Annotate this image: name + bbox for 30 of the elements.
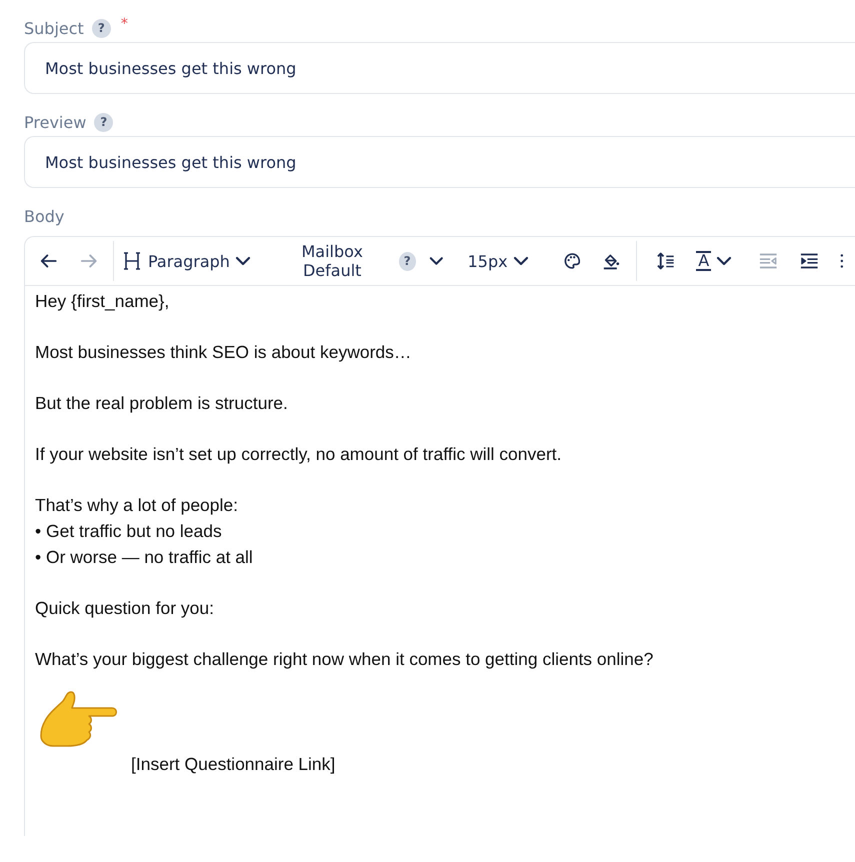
field-label: Body: [24, 206, 64, 226]
heading-dropdown[interactable]: Paragraph: [122, 251, 251, 271]
help-icon[interactable]: ?: [92, 18, 111, 38]
indent-icon[interactable]: [800, 252, 818, 270]
text-field[interactable]: Most businesses get this wrong: [24, 42, 855, 94]
undo-icon[interactable]: [39, 253, 58, 269]
chevron-icon[interactable]: [428, 256, 444, 266]
body-paragraph: Quick question for you:: [35, 597, 215, 620]
field-label: Subject: [24, 18, 84, 38]
chevron-icon[interactable]: [234, 256, 251, 266]
placeholder-text: [Insert Questionnaire Link]: [131, 753, 336, 776]
field-label: Preview: [24, 112, 86, 132]
body-paragraph: But the real problem is structure.: [35, 392, 289, 415]
text-style-dropdown[interactable]: A: [696, 251, 732, 271]
palette-icon[interactable]: [564, 252, 580, 270]
more-icon[interactable]: [840, 252, 844, 270]
body-paragraph: Hey {first_name},: [35, 290, 170, 313]
required-mark: *: [120, 16, 128, 32]
help-icon[interactable]: ?: [94, 112, 114, 132]
font-dropdown[interactable]: Mailbox Default ?: [274, 242, 444, 280]
body-paragraph: If your website isn’t set up correctly, no amount of traffic will convert.: [35, 443, 563, 466]
heading-icon: [122, 251, 143, 271]
body-paragraph: What’s your biggest challenge right now when it comes to getting clients online?: [35, 648, 654, 671]
text-field[interactable]: Most businesses get this wrong: [24, 136, 855, 188]
body-paragraph: That’s why a lot of people: • Get traffic but no leads • Or worse — no traffic at all: [35, 494, 254, 569]
font-size-dropdown[interactable]: 15px: [468, 252, 529, 270]
line-spacing-icon[interactable]: [656, 251, 676, 271]
chevron-icon[interactable]: [512, 256, 529, 266]
body-paragraph: Most businesses think SEO is about keywords…: [35, 341, 412, 364]
chevron-icon[interactable]: [716, 256, 732, 266]
